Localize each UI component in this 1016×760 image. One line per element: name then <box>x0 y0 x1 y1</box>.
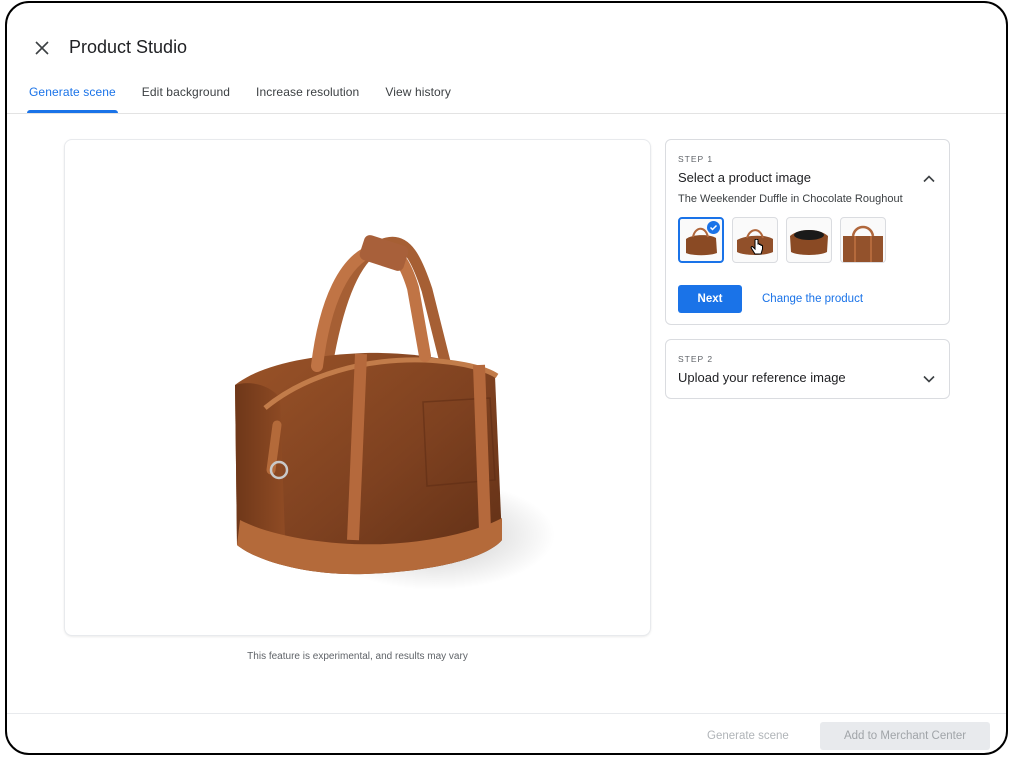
close-icon <box>35 41 49 55</box>
tab-view-history[interactable]: View history <box>383 85 453 113</box>
thumbnail-list <box>678 217 894 263</box>
step2-card[interactable]: STEP 2 Upload your reference image <box>665 339 950 399</box>
step1-title: Select a product image <box>678 170 811 185</box>
tab-bar: Generate scene Edit background Increase … <box>27 85 475 113</box>
thumbnail-front[interactable] <box>678 217 724 263</box>
hand-cursor-icon <box>750 239 763 255</box>
dialog-footer: Generate scene Add to Merchant Center <box>7 713 1006 753</box>
dialog-title: Product Studio <box>69 37 188 57</box>
change-product-link[interactable]: Change the product <box>762 293 863 305</box>
product-name: The Weekender Duffle in Chocolate Rougho… <box>678 193 903 205</box>
step1-card: STEP 1 Select a product image The Weeken… <box>665 139 950 325</box>
tab-increase-resolution[interactable]: Increase resolution <box>254 85 361 113</box>
product-studio-dialog: Product Studio Generate scene Edit backg… <box>5 1 1008 755</box>
chevron-up-icon[interactable] <box>921 171 937 187</box>
step2-title: Upload your reference image <box>678 370 846 385</box>
thumbnail-detail-image <box>843 225 883 262</box>
thumbnail-front-side[interactable] <box>732 217 778 263</box>
step1-label: STEP 1 <box>678 154 714 164</box>
add-to-merchant-center-button[interactable]: Add to Merchant Center <box>820 722 990 750</box>
experimental-disclaimer: This feature is experimental, and result… <box>247 651 468 662</box>
close-button[interactable] <box>31 37 53 59</box>
thumbnail-open-top[interactable] <box>786 217 832 263</box>
thumbnail-detail[interactable] <box>840 217 886 263</box>
product-image-duffle-bag <box>235 235 555 590</box>
chevron-down-icon[interactable] <box>921 371 937 387</box>
selected-check-icon <box>707 221 720 234</box>
tab-generate-scene[interactable]: Generate scene <box>27 85 118 113</box>
generate-scene-button[interactable]: Generate scene <box>707 730 789 742</box>
product-preview-panel <box>64 139 651 636</box>
dialog-header: Product Studio Generate scene Edit backg… <box>7 3 1006 114</box>
next-button[interactable]: Next <box>678 285 742 313</box>
step2-label: STEP 2 <box>678 354 714 364</box>
tab-edit-background[interactable]: Edit background <box>140 85 232 113</box>
thumbnail-open-top-image <box>790 230 828 255</box>
